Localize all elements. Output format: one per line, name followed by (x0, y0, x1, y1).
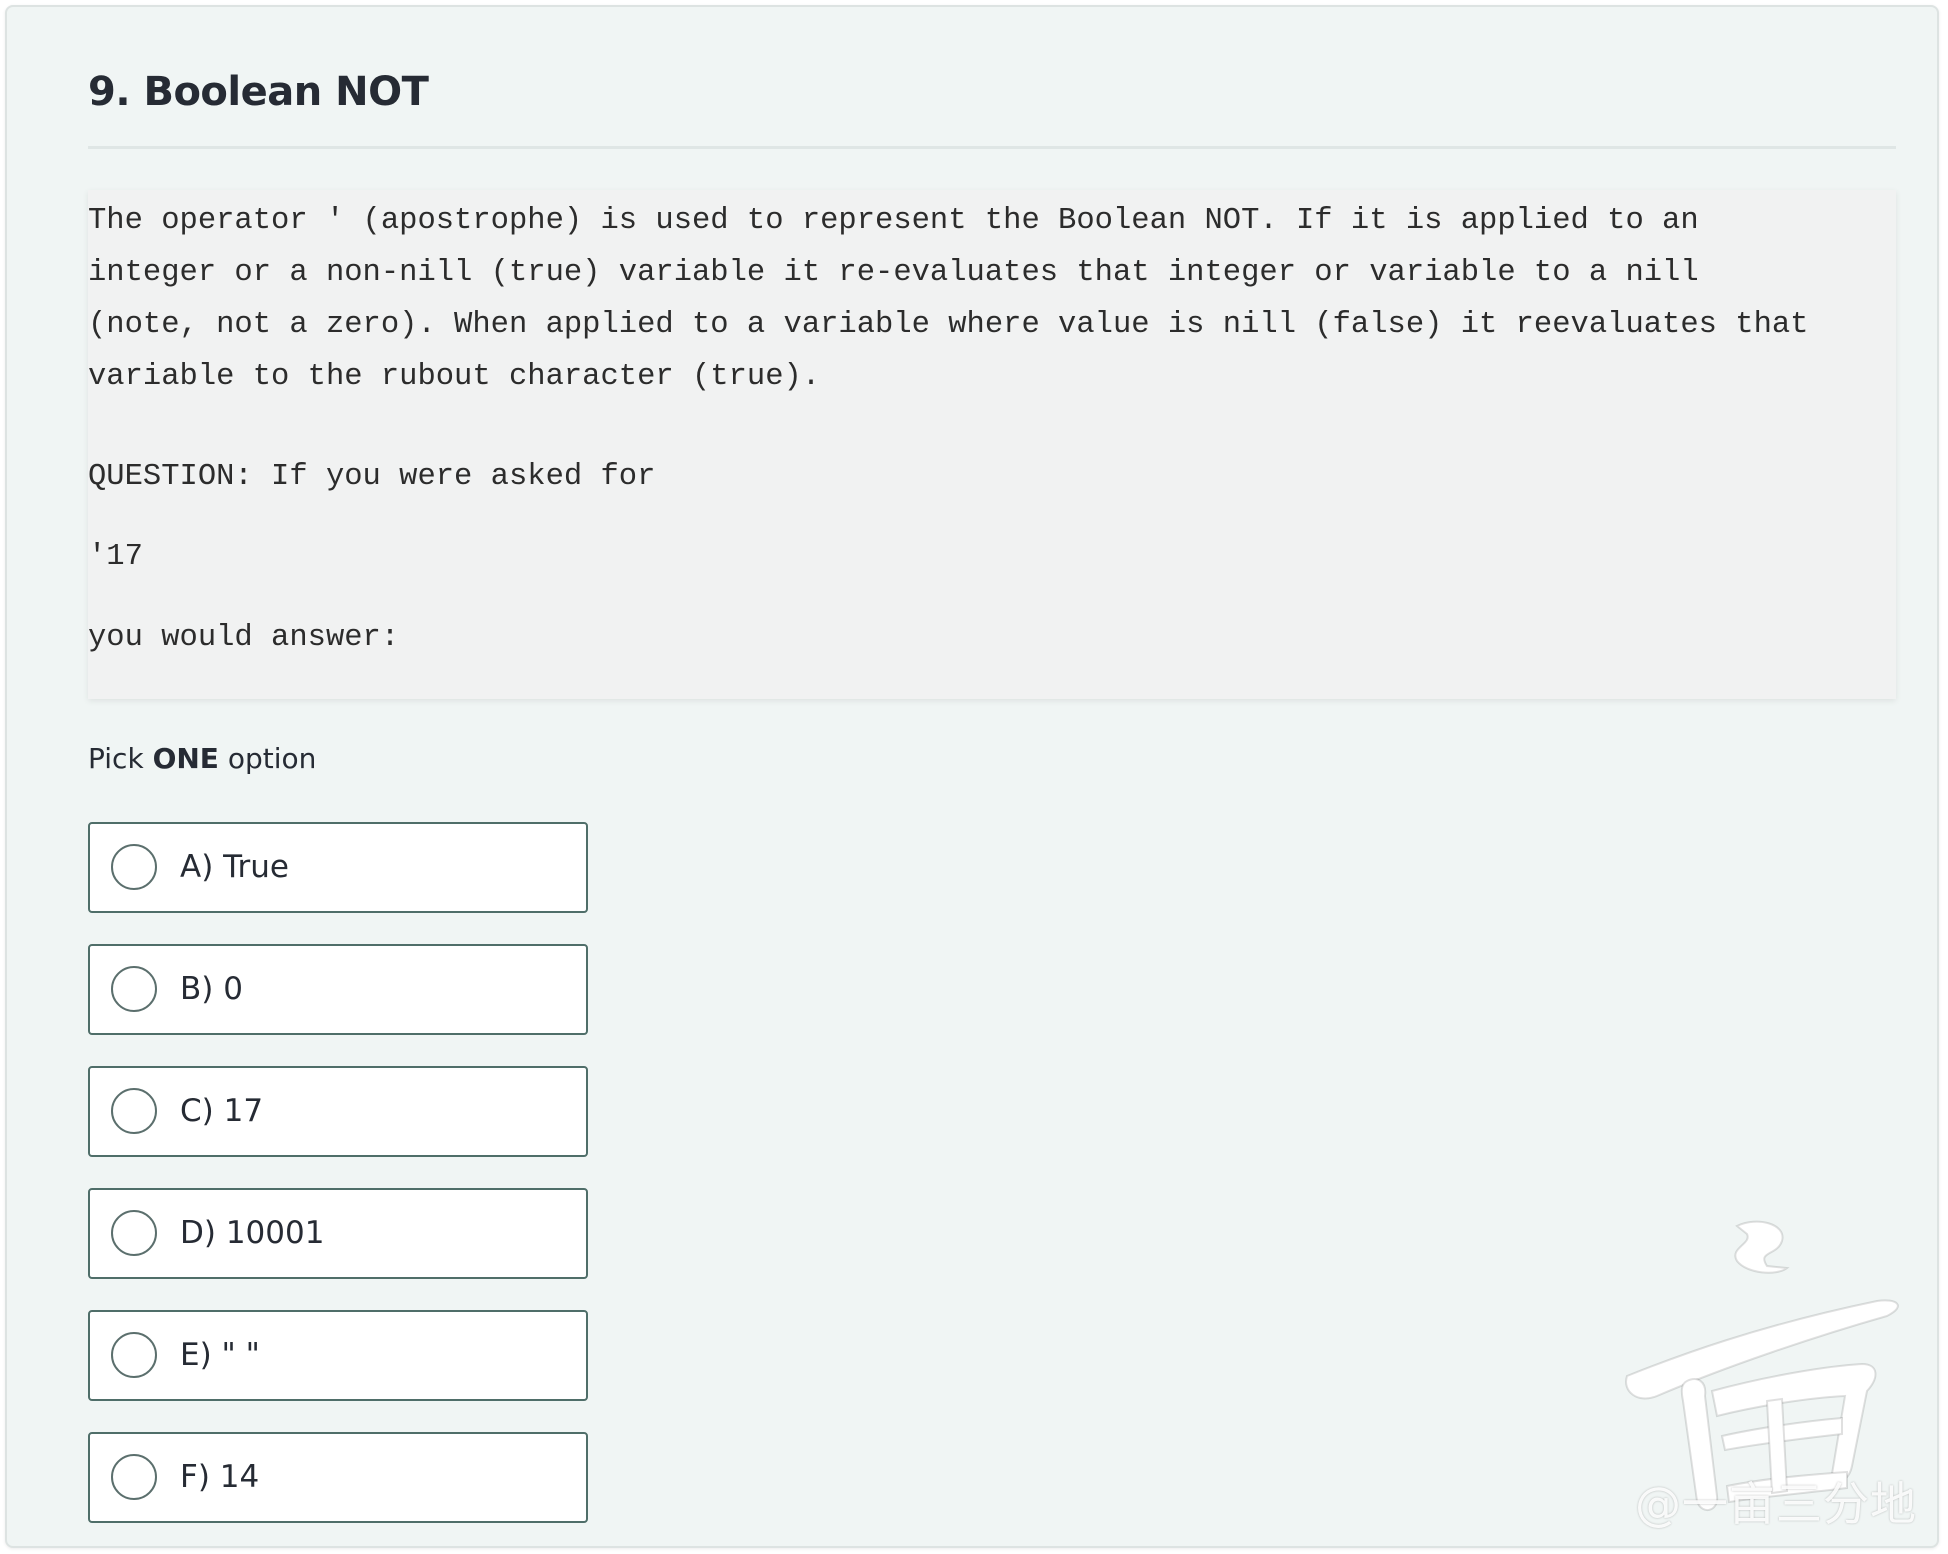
radio-circle-icon[interactable] (111, 1332, 157, 1378)
option-e[interactable]: E) " " (88, 1310, 588, 1401)
title-divider (88, 146, 1896, 149)
option-a[interactable]: A) True (88, 822, 588, 913)
radio-circle-icon[interactable] (111, 1210, 157, 1256)
question-title: 9. Boolean NOT (88, 69, 429, 115)
radio-circle-icon[interactable] (111, 1454, 157, 1500)
pick-instructions: Pick ONE option (88, 742, 316, 775)
pick-suffix: option (218, 742, 317, 775)
option-d[interactable]: D) 10001 (88, 1188, 588, 1279)
statement-line: integer or a non-nill (true) variable it… (88, 256, 1699, 290)
statement-line: The operator ' (apostrophe) is used to r… (88, 204, 1699, 238)
question-prompt: QUESTION: If you were asked for (88, 460, 656, 494)
question-expression: '17 (88, 540, 143, 574)
option-label: C) 17 (180, 1093, 264, 1129)
answer-lead: you would answer: (88, 621, 400, 655)
problem-statement: The operator ' (apostrophe) is used to r… (88, 190, 1896, 699)
radio-circle-icon[interactable] (111, 966, 157, 1012)
radio-circle-icon[interactable] (111, 844, 157, 890)
radio-circle-icon[interactable] (111, 1088, 157, 1134)
option-label: A) True (180, 849, 289, 885)
pick-prefix: Pick (88, 742, 153, 775)
option-label: E) " " (180, 1337, 260, 1373)
statement-line: variable to the rubout character (true). (88, 360, 821, 394)
option-b[interactable]: B) 0 (88, 944, 588, 1035)
question-card: 9. Boolean NOT The operator ' (apostroph… (5, 5, 1939, 1548)
statement-line: (note, not a zero). When applied to a va… (88, 308, 1809, 342)
option-f[interactable]: F) 14 (88, 1432, 588, 1523)
option-label: F) 14 (180, 1459, 260, 1495)
pick-emphasis: ONE (152, 742, 219, 775)
option-label: D) 10001 (180, 1215, 325, 1251)
option-label: B) 0 (180, 971, 243, 1007)
watermark-text: @一亩三分地 (1635, 1477, 1917, 1531)
option-c[interactable]: C) 17 (88, 1066, 588, 1157)
